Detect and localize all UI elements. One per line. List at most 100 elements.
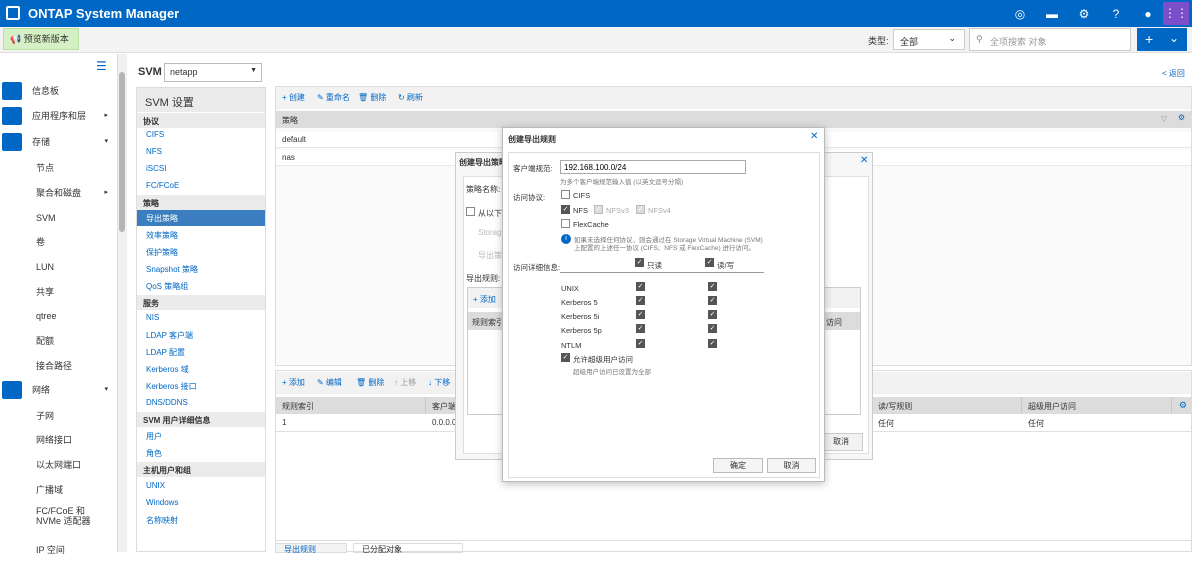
chevron-right-icon: ▸ (104, 112, 108, 119)
close-icon[interactable]: ✕ (860, 155, 868, 166)
settings-item-kerberos-interface[interactable]: Kerberos 接口 (137, 378, 265, 394)
nav-item-dashboard[interactable]: 信息板 (0, 80, 118, 102)
unix-rw-checkbox[interactable]: ✓ (708, 282, 717, 291)
help-icon[interactable]: ? (1108, 6, 1124, 22)
preview-new-version-button[interactable]: 📢 预览新版本 (3, 28, 79, 50)
add-button[interactable]: + ⌄ (1137, 28, 1187, 51)
superuser-header[interactable]: 超级用户访问 (1022, 397, 1172, 414)
nav-item-applications[interactable]: 应用程序和层 ▸ (0, 105, 118, 127)
settings-item-qos-policy-groups[interactable]: QoS 策略组 (137, 278, 265, 294)
compass-icon[interactable]: ◎ (1012, 6, 1028, 22)
settings-item-export-policies[interactable]: 导出策略 (137, 210, 265, 226)
nfs-checkbox[interactable]: ✓ (561, 205, 570, 214)
nav-item-ethernet-ports[interactable]: 以太网端口 (0, 454, 118, 476)
back-link[interactable]: < 返回 (1162, 68, 1185, 79)
nav-item-quotas[interactable]: 配额 (0, 330, 118, 352)
nav-item-qtree[interactable]: qtree (0, 305, 118, 327)
nav-item-svm[interactable]: SVM (0, 207, 118, 229)
gear-icon[interactable]: ⚙ (1178, 113, 1185, 122)
user-icon[interactable]: ● (1140, 6, 1156, 22)
copy-rules-checkbox[interactable] (466, 207, 475, 216)
read-write-all-checkbox[interactable]: ✓ (705, 258, 714, 267)
policies-table-header[interactable]: 策略 ▽ ⚙ (276, 111, 1191, 128)
delete-rule-button[interactable]: 🗑 删除 (356, 372, 384, 394)
ntlm-ro-checkbox[interactable]: ✓ (636, 339, 645, 348)
close-icon[interactable]: ✕ (810, 131, 818, 142)
move-up-button[interactable]: ↑ 上移 (394, 372, 416, 394)
settings-item-protection-policies[interactable]: 保护策略 (137, 244, 265, 260)
type-select[interactable]: 全部 ⌄ (893, 29, 965, 50)
nav-item-subnets[interactable]: 子网 (0, 405, 118, 427)
krb5i-rw-checkbox[interactable]: ✓ (708, 310, 717, 319)
krb5i-ro-checkbox[interactable]: ✓ (636, 310, 645, 319)
settings-item-cifs[interactable]: CIFS (137, 127, 265, 143)
settings-item-nis[interactable]: NIS (137, 310, 265, 326)
apps-grid-icon[interactable]: ⋮⋮ (1163, 2, 1189, 25)
gear-icon[interactable]: ⚙ (1076, 6, 1092, 22)
krb5p-rw-checkbox[interactable]: ✓ (708, 324, 717, 333)
read-only-all-checkbox[interactable]: ✓ (635, 258, 644, 267)
nav-item-lun[interactable]: LUN (0, 256, 118, 278)
delete-button[interactable]: 🗑 删除 (358, 87, 386, 109)
settings-item-fcfcoe[interactable]: FC/FCoE (137, 178, 265, 194)
unix-ro-checkbox[interactable]: ✓ (636, 282, 645, 291)
settings-group-protocols: 协议 (137, 113, 265, 128)
nav-item-network-interfaces[interactable]: 网络接口 (0, 429, 118, 451)
nfsv3-checkbox[interactable]: ✓ (594, 205, 603, 214)
edit-rule-button[interactable]: ✎ 编辑 (317, 372, 342, 394)
access-row-krb5: Kerberos 5 (561, 298, 598, 307)
settings-item-dns-ddns[interactable]: DNS/DDNS (137, 395, 265, 411)
refresh-button[interactable]: ↻ 刷新 (398, 87, 423, 109)
client-spec-input[interactable] (560, 160, 746, 174)
gear-icon[interactable]: ⚙ (1179, 400, 1187, 411)
rule-index-header[interactable]: 规则索引 (276, 397, 426, 414)
search-input[interactable]: ⚲ 全项搜索 对象 (969, 28, 1131, 51)
nav-item-fc-adapters[interactable]: FC/FCoE 和 NVMe 适配器 (0, 506, 110, 530)
chat-icon[interactable]: ▬ (1044, 6, 1060, 22)
settings-item-kerberos-realm[interactable]: Kerberos 域 (137, 361, 265, 377)
cancel-button[interactable]: 取消 (819, 433, 863, 451)
nav-scrollbar-thumb[interactable] (119, 72, 125, 232)
rename-button[interactable]: ✎ 重命名 (317, 87, 350, 109)
krb5p-ro-checkbox[interactable]: ✓ (636, 324, 645, 333)
settings-item-users[interactable]: 用户 (137, 428, 265, 444)
add-rule-button[interactable]: + 添加 (473, 294, 496, 305)
settings-item-nfs[interactable]: NFS (137, 144, 265, 160)
rw-rule-header[interactable]: 读/写规则 (872, 397, 1022, 414)
nav-item-aggregates[interactable]: 聚合和磁盘 ▸ (0, 182, 118, 204)
krb5-rw-checkbox[interactable]: ✓ (708, 296, 717, 305)
settings-item-name-mapping[interactable]: 名称映射 (137, 512, 265, 528)
info-icon: i (561, 234, 571, 244)
menu-icon[interactable]: ☰ (96, 59, 107, 73)
add-rule-button[interactable]: + 添加 (282, 372, 305, 394)
settings-item-roles[interactable]: 角色 (137, 445, 265, 461)
flexcache-checkbox[interactable] (561, 219, 570, 228)
krb5-ro-checkbox[interactable]: ✓ (636, 296, 645, 305)
nav-item-volumes[interactable]: 卷 (0, 231, 118, 253)
ntlm-rw-checkbox[interactable]: ✓ (708, 339, 717, 348)
nav-item-shares[interactable]: 共享 (0, 281, 118, 303)
nfsv4-label: NFSv4 (648, 206, 671, 215)
settings-item-unix[interactable]: UNIX (137, 478, 265, 494)
svm-select[interactable]: netapp ▼ (164, 63, 262, 82)
superuser-checkbox[interactable]: ✓ (561, 353, 570, 362)
ok-button[interactable]: 确定 (713, 458, 763, 473)
nav-item-broadcast-domains[interactable]: 广播域 (0, 479, 118, 501)
move-down-button[interactable]: ↓ 下移 (428, 372, 450, 394)
settings-item-ldap-config[interactable]: LDAP 配置 (137, 344, 265, 360)
nav-item-ipspaces[interactable]: IP 空间 (0, 539, 118, 561)
nav-item-network[interactable]: 网络 ▾ (0, 379, 118, 401)
settings-item-windows[interactable]: Windows (137, 495, 265, 511)
nfsv4-checkbox[interactable]: ✓ (636, 205, 645, 214)
settings-item-ldap-client[interactable]: LDAP 客户端 (137, 327, 265, 343)
settings-item-iscsi[interactable]: iSCSI (137, 161, 265, 177)
nav-item-nodes[interactable]: 节点 (0, 157, 118, 179)
cancel-button[interactable]: 取消 (767, 458, 816, 473)
filter-icon[interactable]: ▽ (1161, 114, 1167, 123)
nav-item-junction-path[interactable]: 接合路径 (0, 355, 118, 377)
create-button[interactable]: + 创建 (282, 87, 305, 109)
settings-item-efficiency-policies[interactable]: 效率策略 (137, 227, 265, 243)
cifs-checkbox[interactable] (561, 190, 570, 199)
nav-item-storage[interactable]: 存储 ▾ (0, 131, 118, 153)
settings-item-snapshot-policies[interactable]: Snapshot 策略 (137, 261, 265, 277)
